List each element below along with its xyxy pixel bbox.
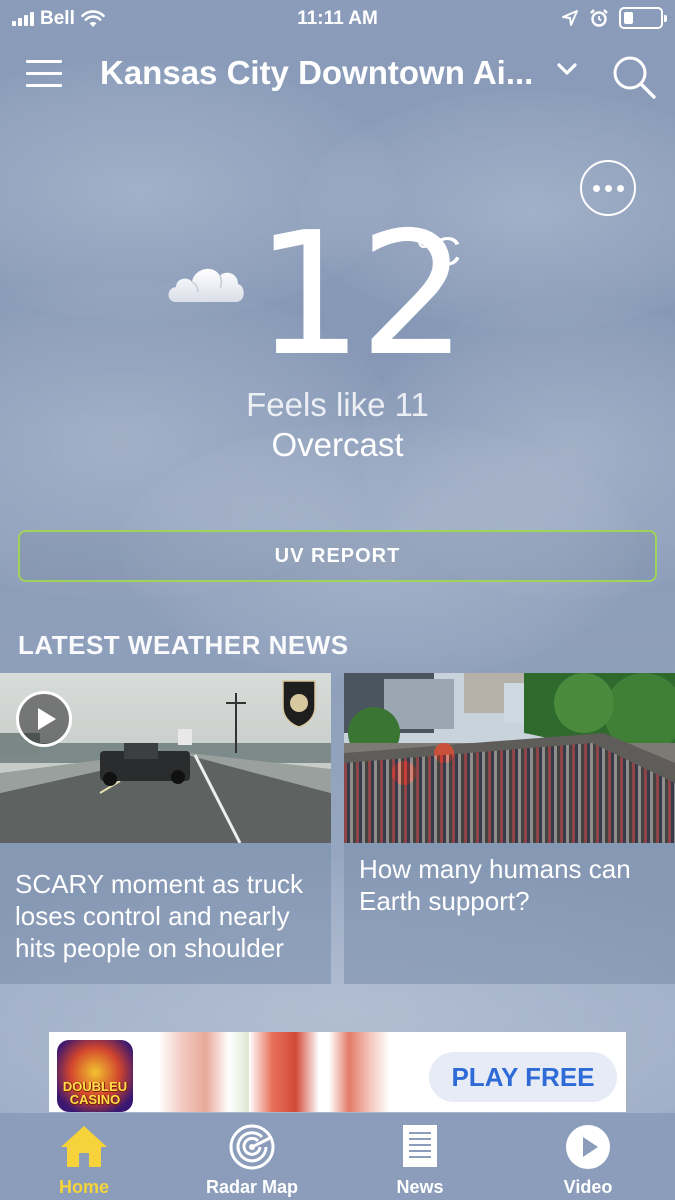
hamburger-icon[interactable] [26, 60, 62, 90]
news-card[interactable]: SCARY moment as truck loses control and … [0, 673, 331, 984]
alarm-icon [590, 9, 608, 27]
news-card-title: How many humans can Earth support? [359, 854, 631, 916]
location-arrow-icon [562, 10, 578, 26]
news-card[interactable]: How many humans can Earth support? [344, 673, 675, 984]
battery-icon [619, 7, 667, 29]
article-thumbnail [344, 673, 675, 843]
chevron-down-icon[interactable] [556, 62, 578, 76]
sky-background [0, 0, 675, 1200]
tab-radar-map[interactable]: Radar Map [168, 1113, 336, 1200]
tab-bar: Home Radar Map News Video [0, 1113, 675, 1200]
tab-label: Video [563, 1177, 613, 1197]
condition-text: Overcast [271, 426, 404, 463]
app-header: Kansas City Downtown Ai... [0, 48, 675, 104]
play-free-button[interactable]: PLAY FREE [429, 1052, 617, 1102]
ad-banner[interactable]: DOUBLEU CASINO PLAY FREE [49, 1032, 626, 1112]
radar-icon [229, 1124, 275, 1170]
news-section-heading: LATEST WEATHER NEWS [18, 630, 349, 660]
highway-patrol-badge-icon [282, 680, 316, 728]
casino-logo: DOUBLEU CASINO [57, 1040, 133, 1112]
play-icon [566, 1125, 610, 1169]
uv-report-button[interactable]: UV REPORT [18, 530, 657, 582]
video-thumbnail [0, 673, 331, 843]
cloud-icon [168, 268, 244, 302]
tab-label: Radar Map [205, 1177, 299, 1197]
ad-logo-text: DOUBLEU CASINO [62, 1079, 128, 1107]
location-title[interactable]: Kansas City Downtown Ai... [100, 54, 533, 92]
tab-label: News [396, 1177, 444, 1197]
search-icon[interactable] [611, 54, 657, 100]
news-icon [403, 1125, 437, 1167]
tab-video[interactable]: Video [504, 1113, 672, 1200]
tab-home[interactable]: Home [0, 1113, 168, 1200]
play-icon[interactable] [16, 691, 72, 747]
tab-news[interactable]: News [336, 1113, 504, 1200]
feels-like: Feels like 11 [246, 386, 429, 423]
home-icon [61, 1126, 107, 1167]
status-bar: Bell 11:11 AM [0, 0, 675, 38]
temperature-unit: °C [416, 230, 461, 274]
news-card-title: SCARY moment as truck loses control and … [15, 869, 304, 963]
more-options-button[interactable] [580, 160, 636, 216]
tab-label: Home [58, 1177, 109, 1197]
